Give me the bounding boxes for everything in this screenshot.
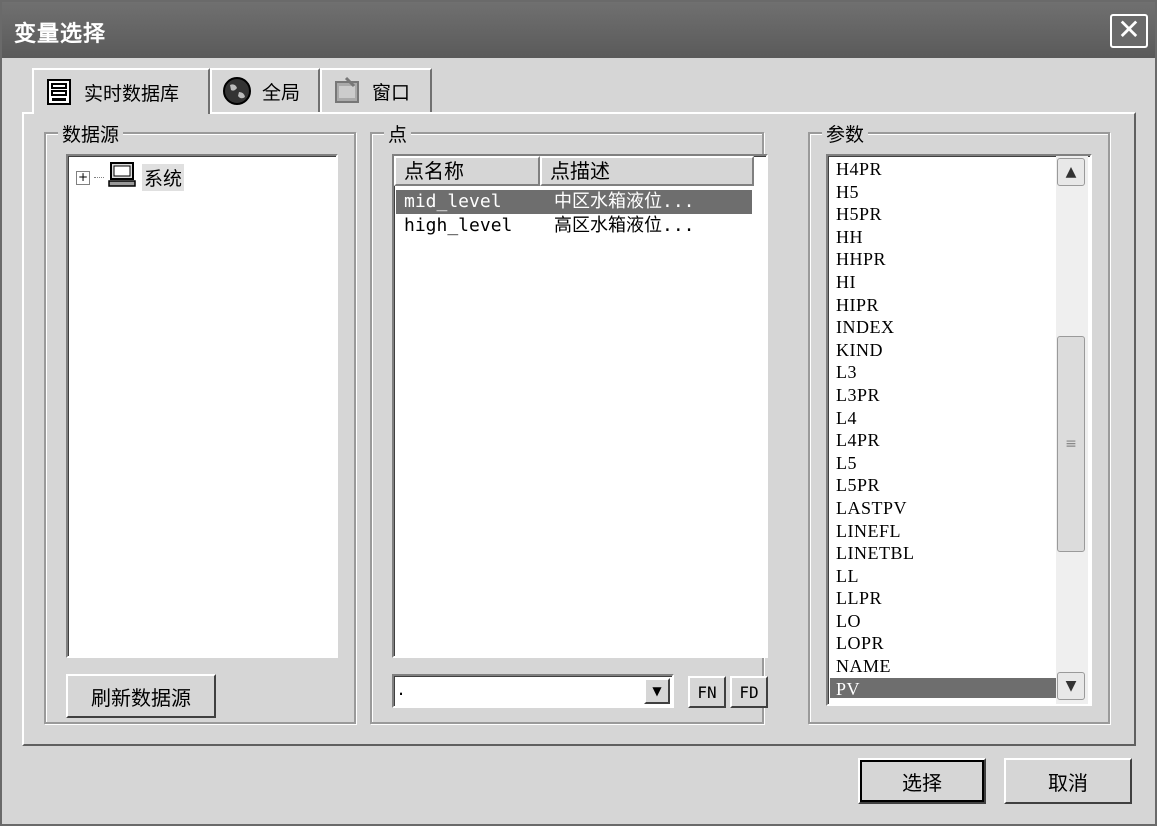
list-item[interactable]: LASTPV (830, 497, 1062, 520)
list-item[interactable]: HI (830, 271, 1062, 294)
database-icon (44, 77, 74, 107)
title-bar[interactable]: 变量选择 ✕ (2, 2, 1155, 58)
close-button[interactable]: ✕ (1110, 14, 1148, 48)
close-icon: ✕ (1117, 13, 1141, 46)
fn-label: FN (697, 682, 717, 702)
chevron-down-icon: ▼ (652, 684, 662, 698)
column-header-desc[interactable]: 点描述 (540, 156, 754, 186)
params-group: 参数 H4PR H5 H5PR HH HHPR HI HIPR INDEX KIND L3 L3PR… (808, 120, 1110, 724)
select-button-label: 选择 (902, 770, 942, 795)
list-item[interactable]: HIPR (830, 294, 1062, 317)
params-legend: 参数 (822, 120, 869, 147)
list-item[interactable]: LOPR (830, 632, 1062, 655)
tab-window[interactable]: 窗口 (320, 68, 432, 112)
cancel-button[interactable]: 取消 (1004, 758, 1132, 804)
tab-label: 全局 (262, 81, 301, 104)
chevron-down-icon: ▼ (1065, 678, 1077, 694)
point-desc: 中区水箱液位... (554, 191, 695, 212)
computer-icon (108, 162, 138, 193)
list-item[interactable]: L4PR (830, 429, 1062, 452)
list-item[interactable]: L3PR (830, 384, 1062, 407)
tree-node-system[interactable]: + 系统 (76, 162, 185, 193)
params-items: H4PR H5 H5PR HH HHPR HI HIPR INDEX KIND L3 L3PR L4 L… (830, 158, 1062, 698)
list-item[interactable]: L5PR (830, 474, 1062, 497)
list-item[interactable]: LO (830, 610, 1062, 633)
fd-label: FD (739, 682, 759, 702)
params-scrollbar[interactable]: ▲ ≡ ▼ (1056, 156, 1088, 704)
datasource-tree[interactable]: + 系统 (66, 154, 338, 658)
point-filter-combobox[interactable]: . ▼ (392, 674, 674, 708)
chevron-up-icon: ▲ (1065, 164, 1077, 180)
params-list[interactable]: H4PR H5 H5PR HH HHPR HI HIPR INDEX KIND L3 L3PR L4 L… (826, 154, 1092, 706)
list-item[interactable]: KIND (830, 339, 1062, 362)
list-item[interactable]: LLPR (830, 587, 1062, 610)
tab-panel: 数据源 + 系统 刷新数据源 点 点名称 点描述 mid_level 中区水箱液… (22, 112, 1136, 746)
list-item[interactable]: LINEFL (830, 520, 1062, 543)
tree-node-label: 系统 (142, 164, 185, 191)
dropdown-button[interactable]: ▼ (644, 678, 670, 704)
datasource-legend: 数据源 (58, 120, 124, 147)
fn-button[interactable]: FN (688, 676, 726, 708)
datasource-group: 数据源 + 系统 刷新数据源 (44, 120, 356, 724)
list-item[interactable]: H4PR (830, 158, 1062, 181)
filter-value: . (398, 678, 405, 700)
refresh-button-label: 刷新数据源 (91, 685, 191, 710)
list-item[interactable]: H5PR (830, 203, 1062, 226)
table-row[interactable]: mid_level 中区水箱液位... (396, 190, 752, 214)
point-name: high_level (404, 215, 513, 236)
point-name: mid_level (404, 191, 502, 212)
points-group: 点 点名称 点描述 mid_level 中区水箱液位... high_level… (370, 120, 768, 724)
list-item[interactable]: NAME (830, 655, 1062, 678)
select-button[interactable]: 选择 (858, 758, 986, 804)
cancel-button-label: 取消 (1048, 770, 1088, 795)
tab-realtime-db[interactable]: 实时数据库 (32, 68, 210, 114)
list-item[interactable]: HHPR (830, 248, 1062, 271)
window-icon (332, 76, 362, 106)
list-item[interactable]: LINETBL (830, 542, 1062, 565)
fd-button[interactable]: FD (730, 676, 768, 708)
variable-select-dialog: 变量选择 ✕ 实时数据库 全局 窗口 数据源 + 系统 刷新数据源 点 点名称 … (0, 0, 1157, 826)
tab-label: 实时数据库 (84, 82, 180, 105)
tab-label: 窗口 (372, 81, 411, 104)
scroll-up-button[interactable]: ▲ (1057, 158, 1085, 186)
refresh-datasource-button[interactable]: 刷新数据源 (66, 674, 216, 718)
expand-icon[interactable]: + (76, 170, 90, 185)
list-item[interactable]: L5 (830, 452, 1062, 475)
scroll-down-button[interactable]: ▼ (1057, 672, 1085, 700)
scroll-thumb[interactable]: ≡ (1057, 336, 1085, 552)
points-legend: 点 (384, 120, 412, 147)
list-item[interactable]: PV (830, 677, 1062, 698)
grip-icon: ≡ (1065, 436, 1077, 452)
column-header-name[interactable]: 点名称 (394, 156, 540, 186)
point-desc: 高区水箱液位... (554, 215, 695, 236)
globe-icon (222, 76, 252, 106)
list-item[interactable]: L4 (830, 407, 1062, 430)
list-item[interactable]: HH (830, 226, 1062, 249)
list-item[interactable]: H5 (830, 181, 1062, 204)
table-row[interactable]: high_level 高区水箱液位... (396, 214, 752, 238)
list-item[interactable]: L3 (830, 361, 1062, 384)
tree-line (94, 177, 104, 178)
list-item[interactable]: LL (830, 565, 1062, 588)
points-list[interactable]: 点名称 点描述 mid_level 中区水箱液位... high_level 高… (392, 154, 768, 658)
window-title: 变量选择 (14, 22, 107, 47)
list-item[interactable]: INDEX (830, 316, 1062, 339)
tab-global[interactable]: 全局 (210, 68, 320, 112)
